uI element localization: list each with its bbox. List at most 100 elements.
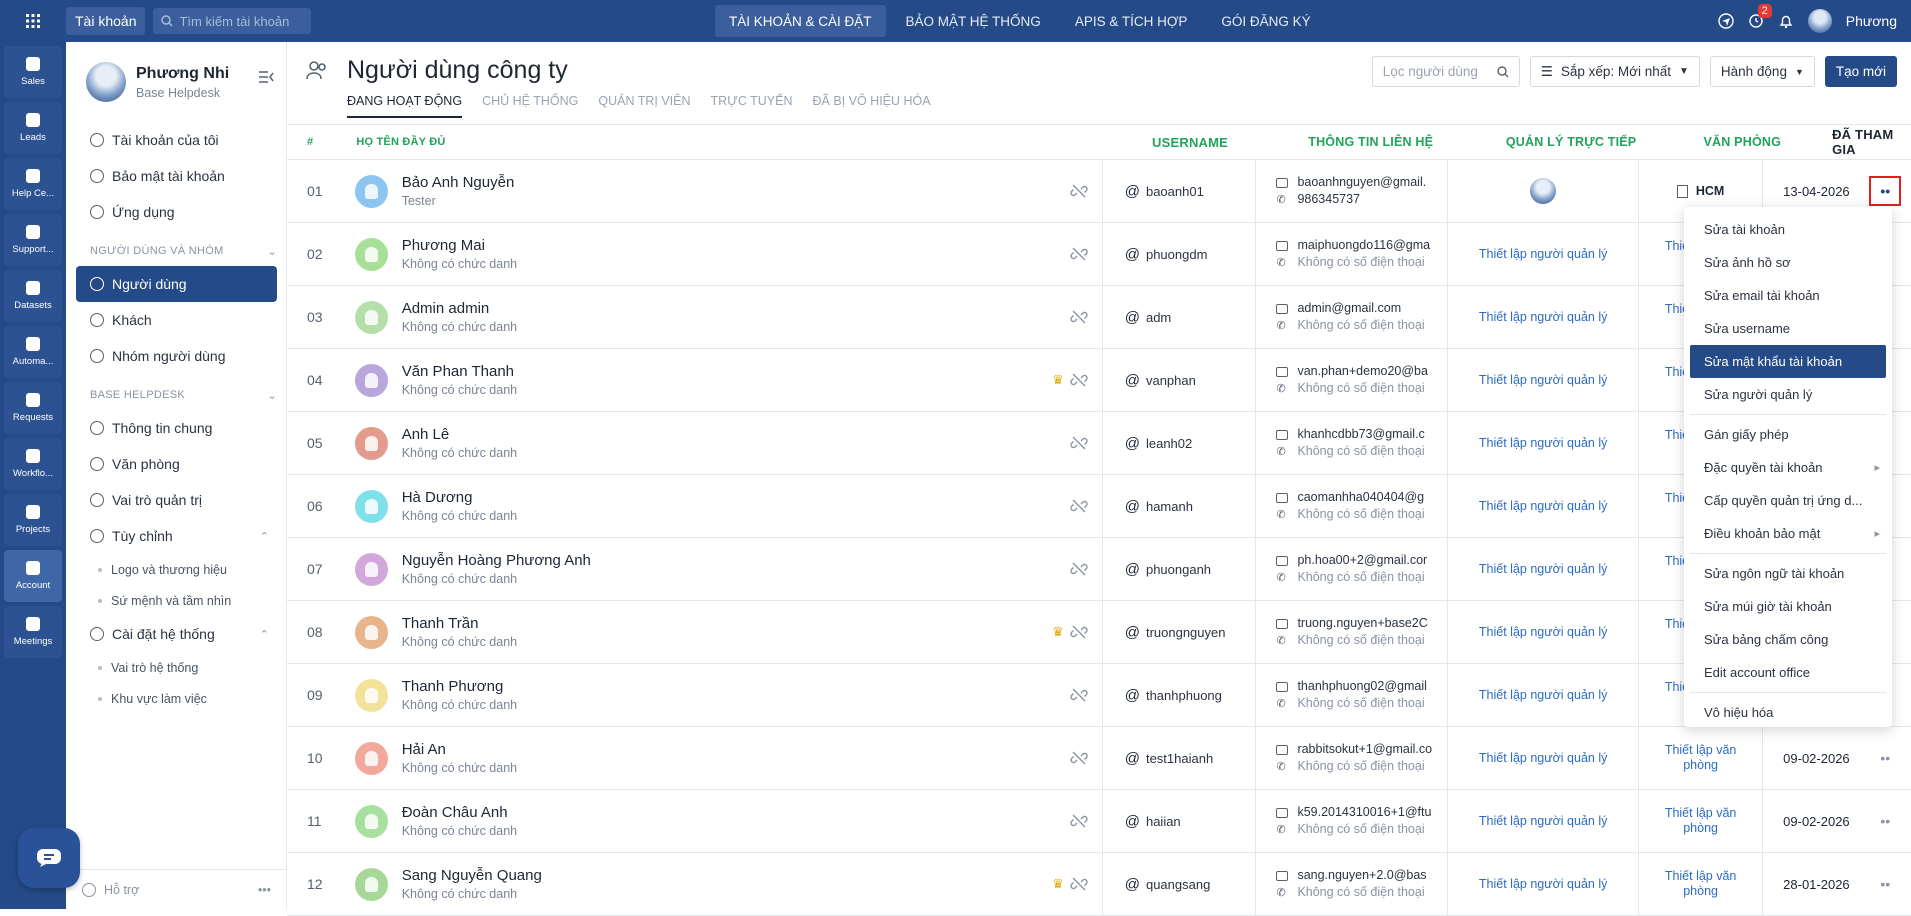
unlink-icon[interactable]: [1070, 875, 1088, 893]
user-fullname[interactable]: Đoàn Châu Anh: [402, 804, 517, 821]
table-row[interactable]: 11 Đoàn Châu Anh Không có chức danh @ hai…: [287, 790, 1911, 853]
menu-item[interactable]: Edit account office: [1690, 656, 1886, 689]
menu-item[interactable]: Sửa ảnh hồ sơ: [1690, 246, 1886, 279]
unlink-icon[interactable]: [1070, 308, 1088, 326]
set-manager-link[interactable]: Thiết lập người quản lý: [1479, 751, 1607, 765]
set-manager-link[interactable]: Thiết lập người quản lý: [1479, 688, 1607, 702]
set-manager-link[interactable]: Thiết lập người quản lý: [1479, 814, 1607, 828]
email[interactable]: van.phan+demo20@ba: [1297, 363, 1428, 380]
unlink-icon[interactable]: [1070, 749, 1088, 767]
email[interactable]: ph.hoa00+2@gmail.cor: [1297, 552, 1427, 569]
menu-item[interactable]: Đặc quyền tài khoản ▸: [1690, 451, 1886, 484]
support-link[interactable]: Hỗ trợ: [82, 882, 139, 897]
user-name[interactable]: Phương: [1846, 13, 1897, 29]
alarm-icon[interactable]: 2: [1748, 3, 1772, 31]
email[interactable]: k59.2014310016+1@ftu: [1297, 804, 1431, 821]
row-more-button[interactable]: ••: [1880, 813, 1890, 829]
section-users-groups[interactable]: NGƯỜI DÙNG VÀ NHÓM ⌄: [90, 236, 277, 266]
menu-item[interactable]: Sửa ngôn ngữ tài khoản: [1690, 557, 1886, 590]
col-joined[interactable]: ĐÃ THAM GIA: [1812, 127, 1911, 157]
user-fullname[interactable]: Nguyễn Hoàng Phương Anh: [402, 552, 591, 569]
rail-account[interactable]: Account: [4, 550, 62, 602]
set-manager-link[interactable]: Thiết lập người quản lý: [1479, 373, 1607, 387]
user-avatar[interactable]: [354, 426, 388, 460]
topnav-subscription[interactable]: GÓI ĐĂNG KÝ: [1207, 5, 1324, 37]
table-row[interactable]: 04 Văn Phan Thanh Không có chức danh ♛ @…: [287, 349, 1911, 412]
menu-item[interactable]: Sửa mật khẩu tài khoản: [1690, 345, 1886, 378]
user-fullname[interactable]: Hải An: [402, 741, 517, 758]
table-row[interactable]: 03 Admin admin Không có chức danh @ adm a…: [287, 286, 1911, 349]
topnav-account-settings[interactable]: TÀI KHOẢN & CÀI ĐẶT: [715, 5, 886, 37]
user-avatar[interactable]: [354, 615, 388, 649]
table-row[interactable]: 05 Anh Lê Không có chức danh @ leanh02 kh…: [287, 412, 1911, 475]
set-manager-link[interactable]: Thiết lập người quản lý: [1479, 499, 1607, 513]
send-icon[interactable]: [1718, 13, 1734, 29]
rail-automation[interactable]: Automa...: [4, 326, 62, 378]
unlink-icon[interactable]: [1070, 623, 1088, 641]
set-manager-link[interactable]: Thiết lập người quản lý: [1479, 310, 1607, 324]
menu-item[interactable]: Sửa người quản lý: [1690, 378, 1886, 411]
user-fullname[interactable]: Admin admin: [402, 300, 517, 317]
topnav-apis[interactable]: APIS & TÍCH HỢP: [1061, 5, 1202, 37]
set-office-link[interactable]: Thiết lập văn phòng: [1656, 869, 1746, 899]
sidebar-item-offices[interactable]: Văn phòng: [76, 446, 277, 482]
table-row[interactable]: 07 Nguyễn Hoàng Phương Anh Không có chức…: [287, 538, 1911, 601]
email[interactable]: truong.nguyen+base2C: [1297, 615, 1427, 632]
collapse-sidebar-icon[interactable]: [258, 70, 274, 84]
rail-sales[interactable]: Sales: [4, 46, 62, 98]
menu-item[interactable]: Sửa tài khoản: [1690, 213, 1886, 246]
menu-item[interactable]: Gán giấy phép: [1690, 418, 1886, 451]
user-avatar[interactable]: [354, 867, 388, 901]
topnav-system-security[interactable]: BẢO MẬT HỆ THỐNG: [892, 5, 1055, 37]
more-icon[interactable]: •••: [258, 883, 271, 897]
user-fullname[interactable]: Phương Mai: [402, 237, 517, 254]
menu-item[interactable]: Cấp quyền quản trị ứng d...: [1690, 484, 1886, 517]
set-manager-link[interactable]: Thiết lập người quản lý: [1479, 625, 1607, 639]
chat-button[interactable]: [18, 828, 80, 888]
set-manager-link[interactable]: Thiết lập người quản lý: [1479, 436, 1607, 450]
sidebar-item-general-info[interactable]: Thông tin chung: [76, 410, 277, 446]
rail-help-center[interactable]: Help Ce...: [4, 158, 62, 210]
email[interactable]: baoanhnguyen@gmail.: [1297, 174, 1426, 191]
sidebar-sub-mission-vision[interactable]: Sứ mệnh và tầm nhìn: [66, 585, 287, 616]
row-more-button[interactable]: ••: [1869, 176, 1902, 206]
table-row[interactable]: 02 Phương Mai Không có chức danh @ phuong…: [287, 223, 1911, 286]
user-fullname[interactable]: Anh Lê: [402, 426, 517, 443]
user-avatar[interactable]: [354, 300, 388, 334]
unlink-icon[interactable]: [1070, 560, 1088, 578]
tab-owners[interactable]: CHỦ HỆ THỐNG: [482, 94, 578, 118]
user-fullname[interactable]: Hà Dương: [402, 489, 517, 506]
rail-projects[interactable]: Projects: [4, 494, 62, 546]
user-avatar[interactable]: [354, 363, 388, 397]
sidebar-item-system-settings[interactable]: Cài đặt hệ thống ⌃: [76, 616, 277, 652]
user-fullname[interactable]: Thanh Phương: [402, 678, 517, 695]
email[interactable]: maiphuongdo116@gma: [1297, 237, 1430, 254]
sidebar-item-user-groups[interactable]: Nhóm người dùng: [76, 338, 277, 374]
email[interactable]: thanhphuong02@gmail: [1297, 678, 1426, 695]
user-avatar[interactable]: [354, 804, 388, 838]
rail-meetings[interactable]: Meetings: [4, 606, 62, 658]
table-row[interactable]: 06 Hà Dương Không có chức danh @ hamanh c…: [287, 475, 1911, 538]
unlink-icon[interactable]: [1070, 812, 1088, 830]
tab-disabled[interactable]: ĐÃ BỊ VÔ HIỆU HÓA: [813, 94, 931, 118]
sidebar-item-users[interactable]: Người dùng: [76, 266, 277, 302]
rail-support[interactable]: Support...: [4, 214, 62, 266]
table-row[interactable]: 10 Hải An Không có chức danh @ test1haian…: [287, 727, 1911, 790]
sidebar-item-my-account[interactable]: Tài khoản của tôi: [76, 122, 277, 158]
sidebar-sub-workspaces[interactable]: Khu vực làm việc: [66, 683, 287, 714]
menu-item[interactable]: Điều khoản bảo mật ▸: [1690, 517, 1886, 550]
email[interactable]: caomanhha040404@g: [1297, 489, 1424, 506]
user-avatar[interactable]: [354, 741, 388, 775]
tab-online[interactable]: TRỰC TUYẾN: [711, 94, 793, 118]
menu-item[interactable]: Sửa email tài khoản: [1690, 279, 1886, 312]
user-fullname[interactable]: Thanh Trần: [402, 615, 517, 632]
sidebar-sub-system-roles[interactable]: Vai trò hệ thống: [66, 652, 287, 683]
set-manager-link[interactable]: Thiết lập người quản lý: [1479, 247, 1607, 261]
email[interactable]: rabbitsokut+1@gmail.co: [1297, 741, 1432, 758]
col-fullname[interactable]: HỌ TÊN ĐẦY ĐỦ: [356, 125, 1130, 159]
menu-item[interactable]: Sửa username: [1690, 312, 1886, 345]
apps-grid-icon[interactable]: [0, 0, 66, 42]
sidebar-item-apps[interactable]: Ứng dụng: [76, 194, 277, 230]
col-username[interactable]: USERNAME: [1130, 125, 1288, 159]
filter-users-input[interactable]: Lọc người dùng: [1371, 56, 1520, 87]
